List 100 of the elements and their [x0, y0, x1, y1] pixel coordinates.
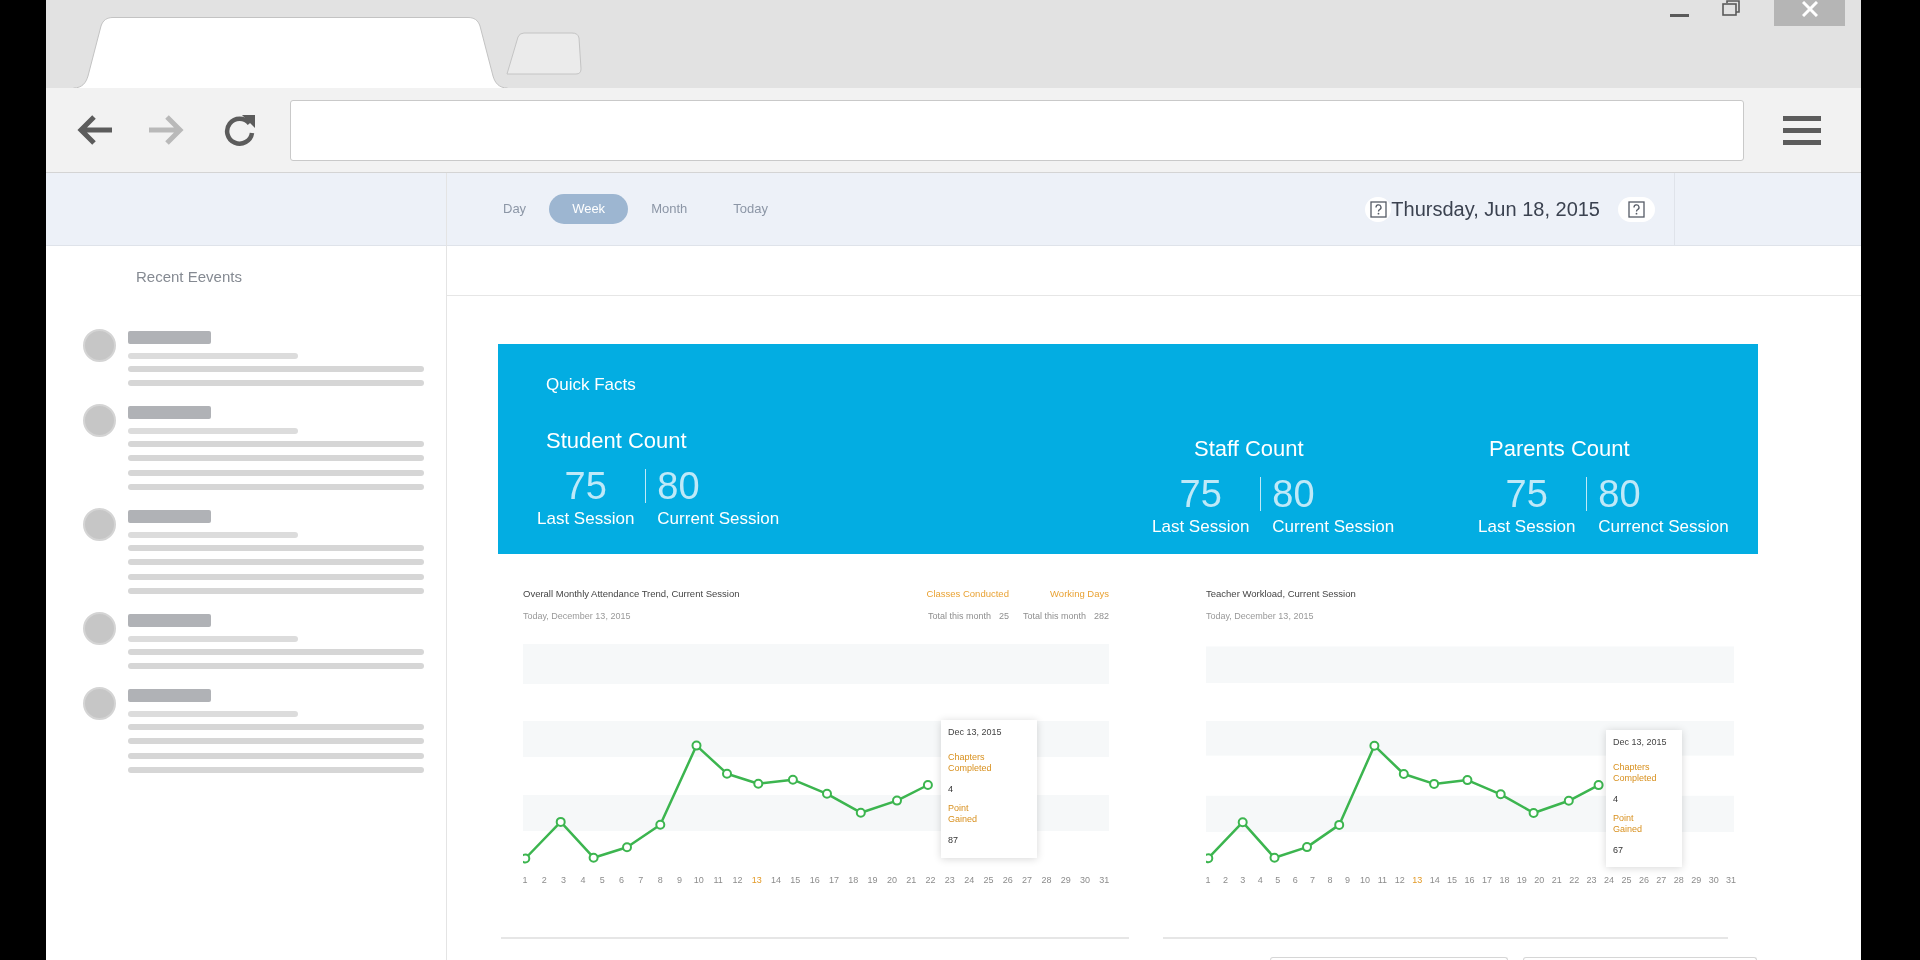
- axis-label: 29: [1059, 875, 1072, 885]
- view-tab[interactable]: Day: [480, 194, 550, 224]
- tooltip-value: 67: [1613, 845, 1623, 856]
- data-point: [1269, 852, 1280, 863]
- axis-label: 22: [924, 875, 937, 885]
- axis-label: 20: [885, 875, 898, 885]
- next-date-button[interactable]: [1618, 196, 1655, 222]
- stat-label: Last Session: [1152, 516, 1250, 538]
- axis-label: 30: [1079, 875, 1092, 885]
- stat-title: Parents Count: [1489, 436, 1630, 462]
- data-point: [1237, 817, 1248, 828]
- axis-label: 14: [1428, 875, 1441, 885]
- close-icon: [1801, 1, 1818, 17]
- data-point: [1302, 842, 1312, 853]
- axis-label: 8: [656, 875, 664, 885]
- data-point: [1563, 795, 1574, 806]
- axis-label: 29: [1690, 875, 1703, 885]
- stat-value: 80: [1272, 474, 1315, 514]
- stat-value: 80: [1598, 474, 1641, 514]
- axis-label: 1: [1204, 875, 1212, 885]
- stat-label: Last Session: [537, 508, 635, 530]
- axis-label: 9: [1344, 875, 1351, 885]
- axis-label: 18: [847, 875, 860, 885]
- back-icon[interactable]: [76, 114, 113, 146]
- axis-label: 31: [1098, 875, 1111, 885]
- axis-label: 24: [963, 875, 976, 885]
- chart-title: Teacher Workload, Current Session: [1206, 588, 1356, 599]
- data-point: [722, 768, 732, 779]
- axis-label: 25: [982, 875, 995, 885]
- axis-label: 19: [866, 875, 879, 885]
- data-point: [1495, 789, 1506, 800]
- stat-value: 75: [1179, 474, 1222, 514]
- axis-label: 7: [637, 875, 645, 885]
- axis-label: 9: [676, 875, 683, 885]
- view-tab[interactable]: Month: [628, 194, 711, 224]
- axis-label: 6: [618, 875, 626, 885]
- axis-label: 16: [1463, 875, 1476, 885]
- data-point: [822, 788, 832, 799]
- data-point: [753, 778, 764, 789]
- axis-label: 30: [1707, 875, 1720, 885]
- legend-value: 282: [1093, 611, 1109, 621]
- data-point: [1462, 775, 1473, 786]
- axis-label: 7: [1309, 875, 1317, 885]
- data-point: [922, 780, 933, 790]
- previous-date-button[interactable]: [1365, 196, 1392, 222]
- stat-label: Current Session: [657, 508, 780, 530]
- data-point: [655, 819, 666, 830]
- tooltip-label: Point Gained: [948, 803, 979, 825]
- reload-icon[interactable]: [223, 113, 257, 147]
- axis-label: 27: [1655, 875, 1668, 885]
- data-point: [787, 774, 798, 785]
- axis-label: 11: [712, 875, 724, 885]
- axis-label: 1: [521, 875, 529, 885]
- avatar-placeholder: [83, 329, 116, 362]
- axis-label: 13: [750, 875, 763, 885]
- axis-label: 28: [1672, 875, 1685, 885]
- data-point: [892, 795, 902, 806]
- axis-label: 17: [1481, 875, 1493, 885]
- tooltip-label: Chapters Completed: [948, 752, 993, 774]
- data-point: [1528, 808, 1539, 818]
- axis-label: 12: [1393, 875, 1406, 885]
- axis-label: 28: [1040, 875, 1053, 885]
- chart-subtitle: Today, December 13, 2015: [1206, 611, 1314, 621]
- axis-label: 23: [1585, 875, 1598, 885]
- maximize-icon[interactable]: [1722, 0, 1740, 16]
- axis-label: 22: [1568, 875, 1581, 885]
- axis-label: 2: [1221, 875, 1229, 885]
- data-point: [1334, 819, 1345, 830]
- chart-subtitle: Today, December 13, 2015: [523, 611, 631, 621]
- stat-label: Current Session: [1272, 516, 1395, 538]
- axis-label: 19: [1515, 875, 1528, 885]
- data-point: [691, 740, 702, 751]
- axis-label: 14: [770, 875, 783, 885]
- question-box-icon: [1628, 200, 1645, 218]
- data-point: [588, 852, 599, 863]
- axis-label: 4: [1256, 875, 1264, 885]
- data-point: [1593, 780, 1604, 791]
- axis-label: 26: [1001, 875, 1014, 885]
- avatar-placeholder: [83, 612, 116, 645]
- tooltip-label: Chapters Completed: [1613, 762, 1658, 784]
- view-tab[interactable]: Week: [549, 194, 629, 224]
- axis-label: 20: [1533, 875, 1546, 885]
- axis-label: 4: [579, 875, 587, 885]
- axis-label: 27: [1021, 875, 1034, 885]
- chart-title: Overall Monthly Attendance Trend, Current Session: [523, 588, 740, 599]
- axis-label: 26: [1637, 875, 1650, 885]
- data-point: [523, 853, 531, 864]
- axis-label: 31: [1725, 875, 1738, 885]
- data-point: [1398, 769, 1409, 779]
- menu-icon[interactable]: [1783, 115, 1821, 145]
- tooltip-date: Dec 13, 2015: [948, 727, 1002, 738]
- axis-label: 11: [1376, 875, 1389, 885]
- close-button[interactable]: [1774, 0, 1845, 26]
- address-bar[interactable]: [290, 99, 1744, 161]
- axis-label: 23: [943, 875, 956, 885]
- axis-label: 21: [905, 875, 918, 885]
- view-tab[interactable]: Today: [710, 194, 791, 224]
- avatar-placeholder: [83, 687, 116, 720]
- tooltip-value: 4: [948, 784, 953, 795]
- axis-label: 18: [1498, 875, 1511, 885]
